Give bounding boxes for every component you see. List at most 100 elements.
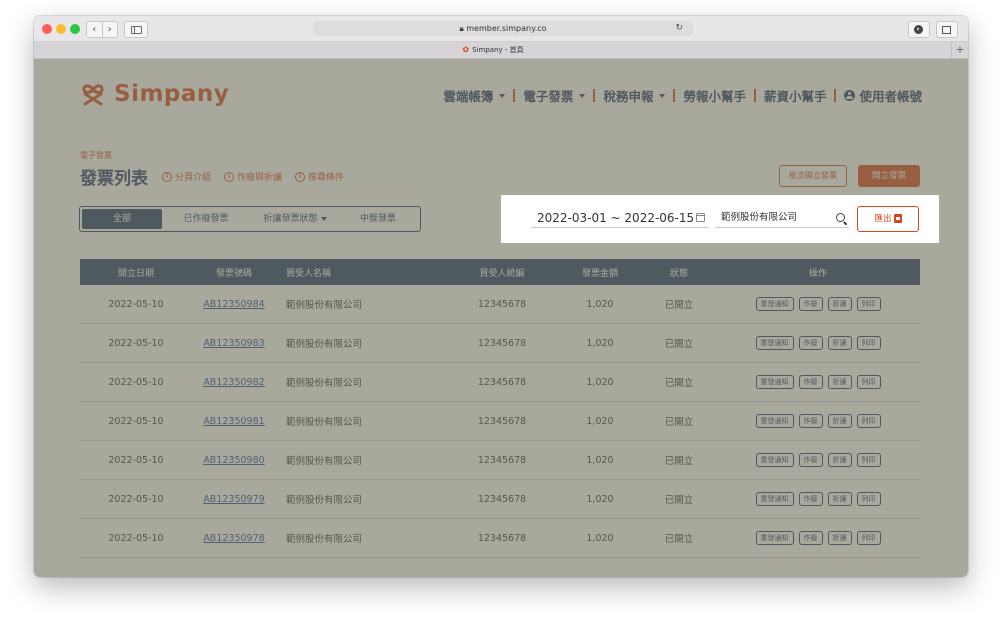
void-button[interactable]: 作廢 [798, 297, 823, 311]
search-icon[interactable] [836, 213, 845, 222]
resend-notice-button[interactable]: 重發通知 [755, 453, 794, 467]
resend-notice-button[interactable]: 重發通知 [755, 336, 794, 350]
row-actions: 重發通知 作廢 折讓 列印 [716, 297, 920, 311]
invoice-number-link[interactable]: AB12350980 [192, 455, 276, 466]
nav-item-ledger[interactable]: 雲端帳簿 [443, 86, 506, 105]
invoice-number-link[interactable]: AB12350982 [192, 377, 276, 388]
table-row: 2022-05-10 AB12350984 範例股份有限公司 12345678 1,02… [80, 285, 920, 324]
nav-item-einvoice[interactable]: 電子發票 [523, 86, 586, 105]
calendar-icon[interactable] [696, 213, 705, 222]
user-icon [844, 90, 856, 101]
back-icon[interactable]: ‹ [87, 22, 103, 37]
row-actions: 重發通知 作廢 折讓 列印 [716, 336, 920, 350]
search-toolbar: 2022-03-01 ~ 2022-06-15 範例股份有限公司 匯出 [501, 195, 939, 243]
tab-voided[interactable]: 已作廢發票 [162, 209, 250, 229]
allowance-button[interactable]: 折讓 [827, 336, 852, 350]
nav-item-user[interactable]: 使用者帳號 [844, 86, 922, 105]
print-button[interactable]: 列印 [856, 492, 881, 506]
favicon-icon: ✿ [462, 45, 470, 54]
print-button[interactable]: 列印 [856, 453, 881, 467]
print-button[interactable]: 列印 [856, 531, 881, 545]
new-tab-button[interactable]: + [951, 42, 968, 58]
row-actions: 重發通知 作廢 折讓 列印 [716, 453, 920, 467]
nav-item-salary[interactable]: 薪資小幫手 [764, 86, 827, 105]
print-button[interactable]: 列印 [856, 414, 881, 428]
browser-window: ‹ › 🔒︎ member.simpany.co ↻ ✿ Simpany - 首頁… [34, 16, 968, 577]
url-text: member.simpany.co [466, 24, 547, 33]
address-bar[interactable]: 🔒︎ member.simpany.co ↻ [313, 21, 693, 36]
invoice-number-link[interactable]: AB12350983 [192, 338, 276, 349]
top-navigation: 雲端帳簿 電子發票 稅務申報 勞報小幫手 薪資小幫手 使用者帳號 [443, 86, 922, 105]
close-window-button[interactable] [42, 24, 52, 34]
breadcrumb[interactable]: 電子發票 [80, 150, 112, 161]
info-icon: i [224, 171, 235, 182]
table-row: 2022-05-10 AB12350980 範例股份有限公司 12345678 1,02… [80, 441, 920, 480]
help-link-search[interactable]: i 搜尋條件 [295, 170, 344, 183]
caret-down-icon [659, 93, 666, 98]
nav-divider [753, 89, 756, 102]
print-button[interactable]: 列印 [856, 297, 881, 311]
buyer-name-cell: 範例股份有限公司 [286, 495, 363, 506]
forward-icon[interactable]: › [103, 22, 118, 37]
tab-overview-button[interactable] [936, 21, 958, 38]
buyer-name-cell: 範例股份有限公司 [286, 339, 363, 350]
help-link-tabs[interactable]: i 分頁介紹 [162, 170, 211, 183]
column-header: 操作 [808, 268, 827, 279]
void-button[interactable]: 作廢 [798, 453, 823, 467]
info-icon: i [162, 171, 172, 182]
status-cell: 已開立 [664, 339, 694, 350]
zoom-window-button[interactable] [70, 24, 80, 34]
resend-notice-button[interactable]: 重發通知 [755, 492, 794, 506]
invoice-number-link[interactable]: AB12350979 [192, 494, 276, 505]
print-button[interactable]: 列印 [856, 375, 881, 389]
amount-cell: 1,020 [586, 454, 614, 466]
void-button[interactable]: 作廢 [798, 336, 823, 350]
allowance-button[interactable]: 折讓 [827, 414, 852, 428]
row-actions: 重發通知 作廢 折讓 列印 [716, 492, 920, 506]
nav-divider [673, 89, 676, 102]
simpany-logo[interactable]: Simpany [80, 79, 229, 109]
invoice-number-link[interactable]: AB12350984 [192, 299, 276, 310]
date-cell: 2022-05-10 [108, 298, 164, 310]
void-button[interactable]: 作廢 [798, 414, 823, 428]
allowance-button[interactable]: 折讓 [827, 375, 852, 389]
resend-notice-button[interactable]: 重發通知 [755, 414, 794, 428]
company-search-input[interactable]: 範例股份有限公司 [715, 208, 849, 228]
void-button[interactable]: 作廢 [798, 375, 823, 389]
allowance-button[interactable]: 折讓 [827, 453, 852, 467]
sidebar-toggle-button[interactable] [124, 21, 148, 38]
row-actions: 重發通知 作廢 折讓 列印 [716, 414, 920, 428]
help-link-void[interactable]: i 作廢與折讓 [224, 170, 282, 183]
resend-notice-button[interactable]: 重發通知 [755, 375, 794, 389]
resend-notice-button[interactable]: 重發通知 [755, 531, 794, 545]
allowance-button[interactable]: 折讓 [827, 492, 852, 506]
date-cell: 2022-05-10 [108, 454, 164, 466]
buyer-name-cell: 範例股份有限公司 [286, 378, 363, 389]
void-button[interactable]: 作廢 [798, 531, 823, 545]
issue-invoice-button[interactable]: 開立發票 [858, 165, 920, 187]
invoice-number-link[interactable]: AB12350981 [192, 416, 276, 427]
invoice-number-link[interactable]: AB12350978 [192, 533, 276, 544]
status-cell: 已開立 [664, 300, 694, 311]
browser-tab[interactable]: ✿ Simpany - 首頁 [34, 42, 952, 58]
tax-id-cell: 12345678 [477, 532, 527, 544]
batch-issue-button[interactable]: 批次開立發票 [779, 165, 847, 187]
print-button[interactable]: 列印 [856, 336, 881, 350]
status-cell: 已開立 [664, 495, 694, 506]
tab-winning[interactable]: 中獎發票 [340, 209, 416, 229]
downloads-button[interactable] [908, 21, 930, 38]
resend-notice-button[interactable]: 重發通知 [755, 297, 794, 311]
tab-allowance-status[interactable]: 折讓發票狀態 [250, 209, 340, 229]
minimize-window-button[interactable] [56, 24, 66, 34]
export-file-icon [893, 214, 902, 223]
export-button[interactable]: 匯出 [857, 206, 919, 232]
nav-item-tax[interactable]: 稅務申報 [603, 86, 666, 105]
tab-bar: ✿ Simpany - 首頁 + [34, 42, 968, 59]
reload-icon[interactable]: ↻ [675, 21, 683, 36]
nav-item-labor[interactable]: 勞報小幫手 [683, 86, 746, 105]
allowance-button[interactable]: 折讓 [827, 297, 852, 311]
void-button[interactable]: 作廢 [798, 492, 823, 506]
allowance-button[interactable]: 折讓 [827, 531, 852, 545]
date-range-input[interactable]: 2022-03-01 ~ 2022-06-15 [531, 208, 709, 228]
tab-all[interactable]: 全部 [82, 209, 162, 229]
